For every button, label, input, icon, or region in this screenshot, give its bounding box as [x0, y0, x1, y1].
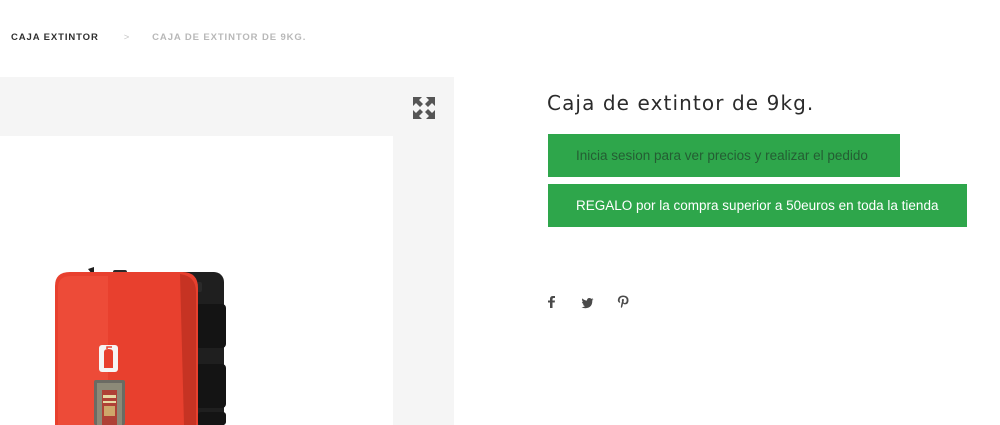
breadcrumb-current: CAJA DE EXTINTOR DE 9KG.	[152, 31, 307, 43]
page-title: Caja de extintor de 9kg.	[547, 91, 815, 115]
breadcrumb-link-caja-extintor[interactable]: CAJA EXTINTOR	[11, 32, 99, 43]
gift-promo-button[interactable]: REGALO por la compra superior a 50euros …	[548, 184, 967, 227]
breadcrumb-separator: >	[123, 31, 131, 43]
fire-extinguisher-cabinet-image	[55, 267, 226, 425]
product-image[interactable]	[0, 136, 393, 425]
zoom-button[interactable]	[412, 96, 436, 120]
share-links	[547, 295, 629, 308]
expand-arrows-icon	[413, 97, 435, 119]
twitter-icon[interactable]	[581, 296, 594, 308]
breadcrumb: CAJA EXTINTOR > CAJA DE EXTINTOR DE 9KG.	[11, 30, 306, 44]
facebook-icon[interactable]	[547, 295, 556, 308]
login-for-prices-button[interactable]: Inicia sesion para ver precios y realiza…	[548, 134, 900, 177]
product-gallery	[0, 77, 454, 425]
pinterest-icon[interactable]	[617, 295, 629, 308]
